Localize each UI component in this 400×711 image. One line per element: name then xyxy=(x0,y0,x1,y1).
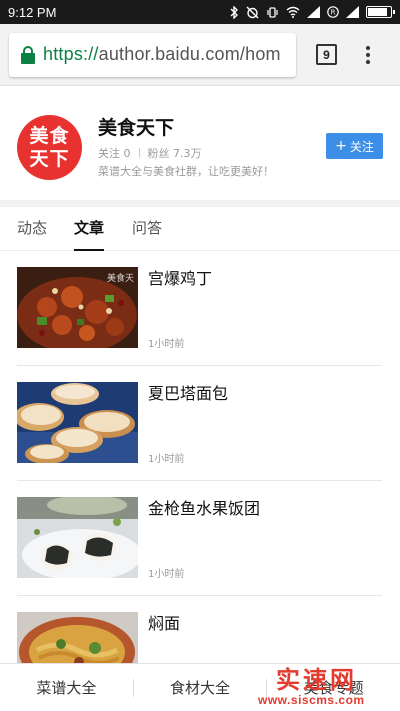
url-text: https://author.baidu.com/hom xyxy=(43,44,281,65)
profile-stats: 关注 0 粉丝 7.3万 xyxy=(98,145,202,161)
avatar[interactable]: 美食天下 xyxy=(17,115,82,180)
author-name: 美食天下 xyxy=(98,117,175,139)
followers-count: 粉丝 7.3万 xyxy=(147,147,202,160)
article-title: 夏巴塔面包 xyxy=(148,384,229,403)
article-thumbnail xyxy=(17,382,138,463)
article-item[interactable]: 金枪鱼水果饭团 1小时前 xyxy=(17,481,382,596)
article-thumbnail xyxy=(17,497,138,578)
battery-icon xyxy=(366,6,395,18)
address-bar[interactable]: https://author.baidu.com/hom xyxy=(9,32,296,77)
overflow-menu-icon[interactable] xyxy=(365,45,371,64)
url-host: author.baidu.com/hom xyxy=(98,44,281,64)
follow-button-label: 关注 xyxy=(349,139,374,154)
article-item[interactable]: 夏巴塔面包 1小时前 xyxy=(17,366,382,481)
article-title: 焖面 xyxy=(148,614,181,633)
article-title: 宫爆鸡丁 xyxy=(148,269,213,288)
nav-ingredients[interactable]: 食材大全 xyxy=(134,677,267,698)
site-watermark: 实速网 www.siscms.com xyxy=(258,660,400,711)
tab-articles[interactable]: 文章 xyxy=(74,207,105,251)
section-divider xyxy=(0,200,400,207)
article-item[interactable]: 美食天 宫爆鸡丁 1小时前 xyxy=(17,251,382,366)
status-time: 9:12 PM xyxy=(8,4,57,20)
article-title: 金枪鱼水果饭团 xyxy=(148,499,261,518)
status-icons: R xyxy=(230,5,395,19)
article-time: 1小时前 xyxy=(148,454,185,465)
article-time: 1小时前 xyxy=(148,339,185,350)
article-thumbnail: 美食天 xyxy=(17,267,138,348)
following-count: 关注 0 xyxy=(98,147,131,160)
nav-recipes[interactable]: 菜谱大全 xyxy=(0,677,133,698)
content-tabs: 动态 文章 问答 xyxy=(0,207,400,251)
hd-icon: R xyxy=(327,6,339,18)
watermark-title: 实速网 xyxy=(276,666,357,694)
article-time: 1小时前 xyxy=(148,569,185,580)
signal-icon-2 xyxy=(346,6,359,18)
tab-dynamic[interactable]: 动态 xyxy=(17,207,47,251)
vibrate-icon xyxy=(267,6,278,18)
stat-divider xyxy=(138,148,140,158)
avatar-text: 美食天下 xyxy=(29,124,70,170)
alarm-off-icon xyxy=(246,6,259,18)
plus-icon: + xyxy=(335,138,347,154)
watermark-url: www.siscms.com xyxy=(258,693,365,707)
tab-qa[interactable]: 问答 xyxy=(132,207,162,251)
thumbnail-watermark: 美食天 xyxy=(106,274,134,284)
signal-icon xyxy=(307,6,320,18)
wifi-icon xyxy=(286,6,300,18)
lock-icon xyxy=(21,45,35,64)
author-profile: 美食天下 美食天下 关注 0 粉丝 7.3万 菜谱大全与美食社群，让吃更美好！ … xyxy=(0,87,400,200)
url-scheme: https:// xyxy=(43,44,99,64)
follow-button[interactable]: + 关注 xyxy=(326,133,383,159)
status-bar: 9:12 PM R xyxy=(0,0,400,24)
bluetooth-icon xyxy=(230,5,238,19)
browser-toolbar: https://author.baidu.com/hom 9 xyxy=(0,24,400,86)
author-description: 菜谱大全与美食社群，让吃更美好！ xyxy=(98,165,274,178)
svg-text:R: R xyxy=(331,9,336,17)
tab-switcher-button[interactable]: 9 xyxy=(316,44,337,65)
